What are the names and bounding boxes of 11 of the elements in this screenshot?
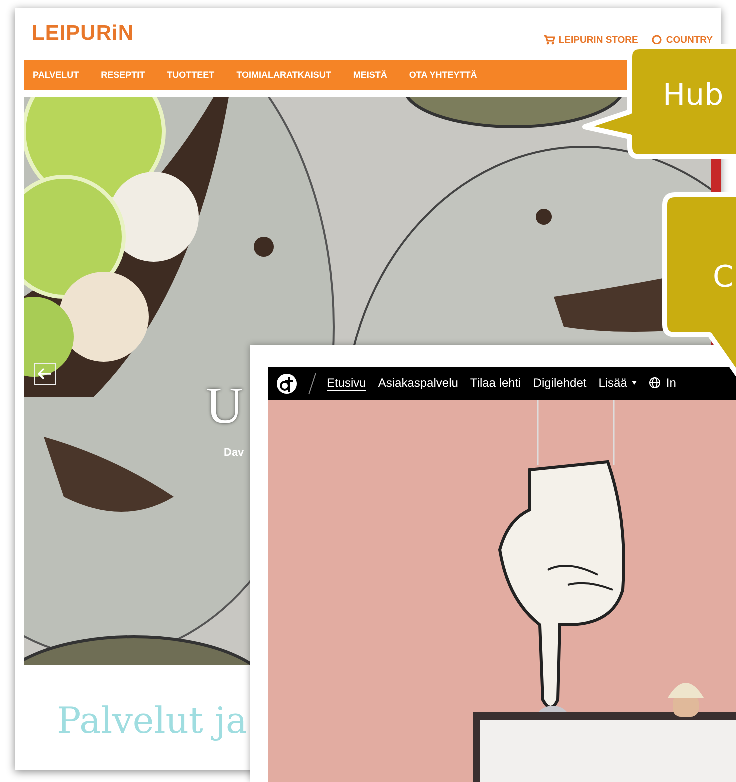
section-heading: Palvelut ja xyxy=(56,700,248,742)
nav-link[interactable]: PALVELUT xyxy=(33,70,80,80)
nav-link[interactable]: RESEPTIT xyxy=(101,70,146,80)
store-link[interactable]: LEIPURIN STORE xyxy=(544,34,638,46)
logo[interactable]: LEIPURiN xyxy=(32,22,134,46)
country-link[interactable]: COUNTRY xyxy=(652,34,713,46)
nav-link[interactable]: MEISTÄ xyxy=(353,70,388,80)
nav-link[interactable]: OTA YHTEYTTÄ xyxy=(409,70,478,80)
cart-icon xyxy=(544,35,555,45)
nav-link[interactable]: TOIMIALARATKAISUT xyxy=(236,70,332,80)
nav-link[interactable]: TUOTTEET xyxy=(167,70,215,80)
